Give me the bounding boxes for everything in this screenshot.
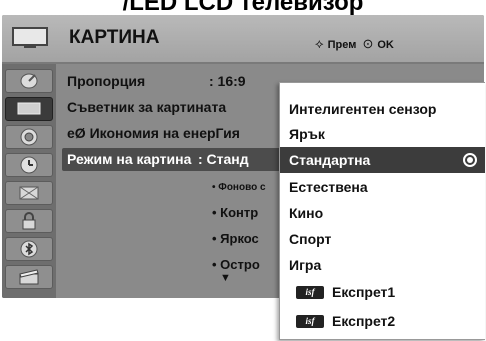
option-label: Кино	[289, 205, 324, 221]
option-label: Стандартна	[289, 152, 371, 168]
sidebar-item-option[interactable]	[5, 181, 53, 205]
tv-icon	[12, 27, 48, 48]
ok-hint-label: OK	[377, 39, 394, 51]
lock-icon	[22, 212, 36, 230]
option-natural[interactable]: Естествена	[280, 174, 485, 200]
menu-item-label: Пропорция	[67, 73, 146, 89]
menu-item-aspect-ratio[interactable]: Пропорция : 16:9	[67, 73, 246, 89]
audio-speaker-icon	[20, 128, 38, 146]
menu-item-value: : Станд	[198, 151, 249, 167]
menu-item-value: : 16:9	[209, 73, 246, 89]
menu-header: КАРТИНА ⟡ Прем ⊙ OK	[2, 15, 484, 64]
menu-item-label: eØ Икономия на енерГия	[67, 125, 240, 141]
option-label: Интелигентен сензор	[289, 101, 437, 117]
sub-item-backlight[interactable]: • Фоново с	[212, 182, 266, 193]
scroll-down-arrow-icon[interactable]: ▼	[220, 272, 231, 284]
isf-badge-icon: isf	[296, 286, 324, 299]
picture-tv-icon	[17, 102, 41, 115]
sidebar-item-time[interactable]	[5, 153, 53, 177]
menu-item-energy-saving[interactable]: eØ Икономия на енерГия	[67, 125, 240, 141]
ok-button-icon: ⊙	[362, 36, 374, 51]
menu-item-label: Съветник за картината	[67, 99, 227, 115]
menu-item-label: Режим на картина	[67, 151, 192, 167]
picture-mode-dropdown: Интелигентен сензор Ярък Стандартна Есте…	[279, 82, 485, 340]
category-sidebar	[2, 64, 56, 298]
usb-movie-icon	[19, 269, 39, 285]
satellite-dish-icon	[20, 73, 38, 89]
page-title: КАРТИНА	[69, 27, 160, 48]
sidebar-item-channel[interactable]	[5, 69, 53, 93]
menu-item-picture-wizard[interactable]: Съветник за картината	[67, 99, 226, 115]
move-hint-label: Прем	[327, 39, 357, 51]
option-label: Експрет1	[332, 284, 396, 300]
option-label: Експрет2	[332, 313, 396, 329]
sidebar-item-bluetooth[interactable]	[5, 237, 53, 261]
sidebar-item-usb[interactable]	[5, 265, 53, 289]
isf-badge-icon: isf	[296, 315, 324, 328]
sub-item-sharpness[interactable]: • Остро	[212, 257, 260, 272]
option-intelligent-sensor[interactable]: Интелигентен сензор	[280, 96, 485, 122]
option-box-icon	[19, 186, 39, 200]
option-label: Игра	[289, 257, 322, 273]
option-cinema[interactable]: Кино	[280, 200, 485, 226]
navigation-hint: ⟡ Прем ⊙ OK	[315, 36, 394, 52]
sidebar-item-lock[interactable]	[5, 209, 53, 233]
option-expert1[interactable]: isf Експрет1	[280, 279, 485, 305]
option-expert2[interactable]: isf Експрет2	[280, 308, 485, 334]
option-label: Спорт	[289, 231, 332, 247]
sidebar-item-picture[interactable]	[5, 97, 53, 121]
option-game[interactable]: Игра	[280, 252, 485, 278]
sub-item-brightness[interactable]: • Яркос	[212, 231, 259, 246]
option-vivid[interactable]: Ярък	[280, 121, 485, 147]
time-clock-icon	[20, 156, 38, 174]
selected-radio-icon	[463, 153, 477, 167]
move-arrows-icon: ⟡	[315, 36, 324, 51]
sidebar-item-audio[interactable]	[5, 125, 53, 149]
bluetooth-icon	[20, 240, 38, 258]
option-standard[interactable]: Стандартна	[280, 147, 485, 173]
sub-item-contrast[interactable]: • Контр	[212, 205, 258, 220]
option-sport[interactable]: Спорт	[280, 226, 485, 252]
option-label: Ярък	[289, 126, 325, 142]
option-label: Естествена	[289, 179, 368, 195]
